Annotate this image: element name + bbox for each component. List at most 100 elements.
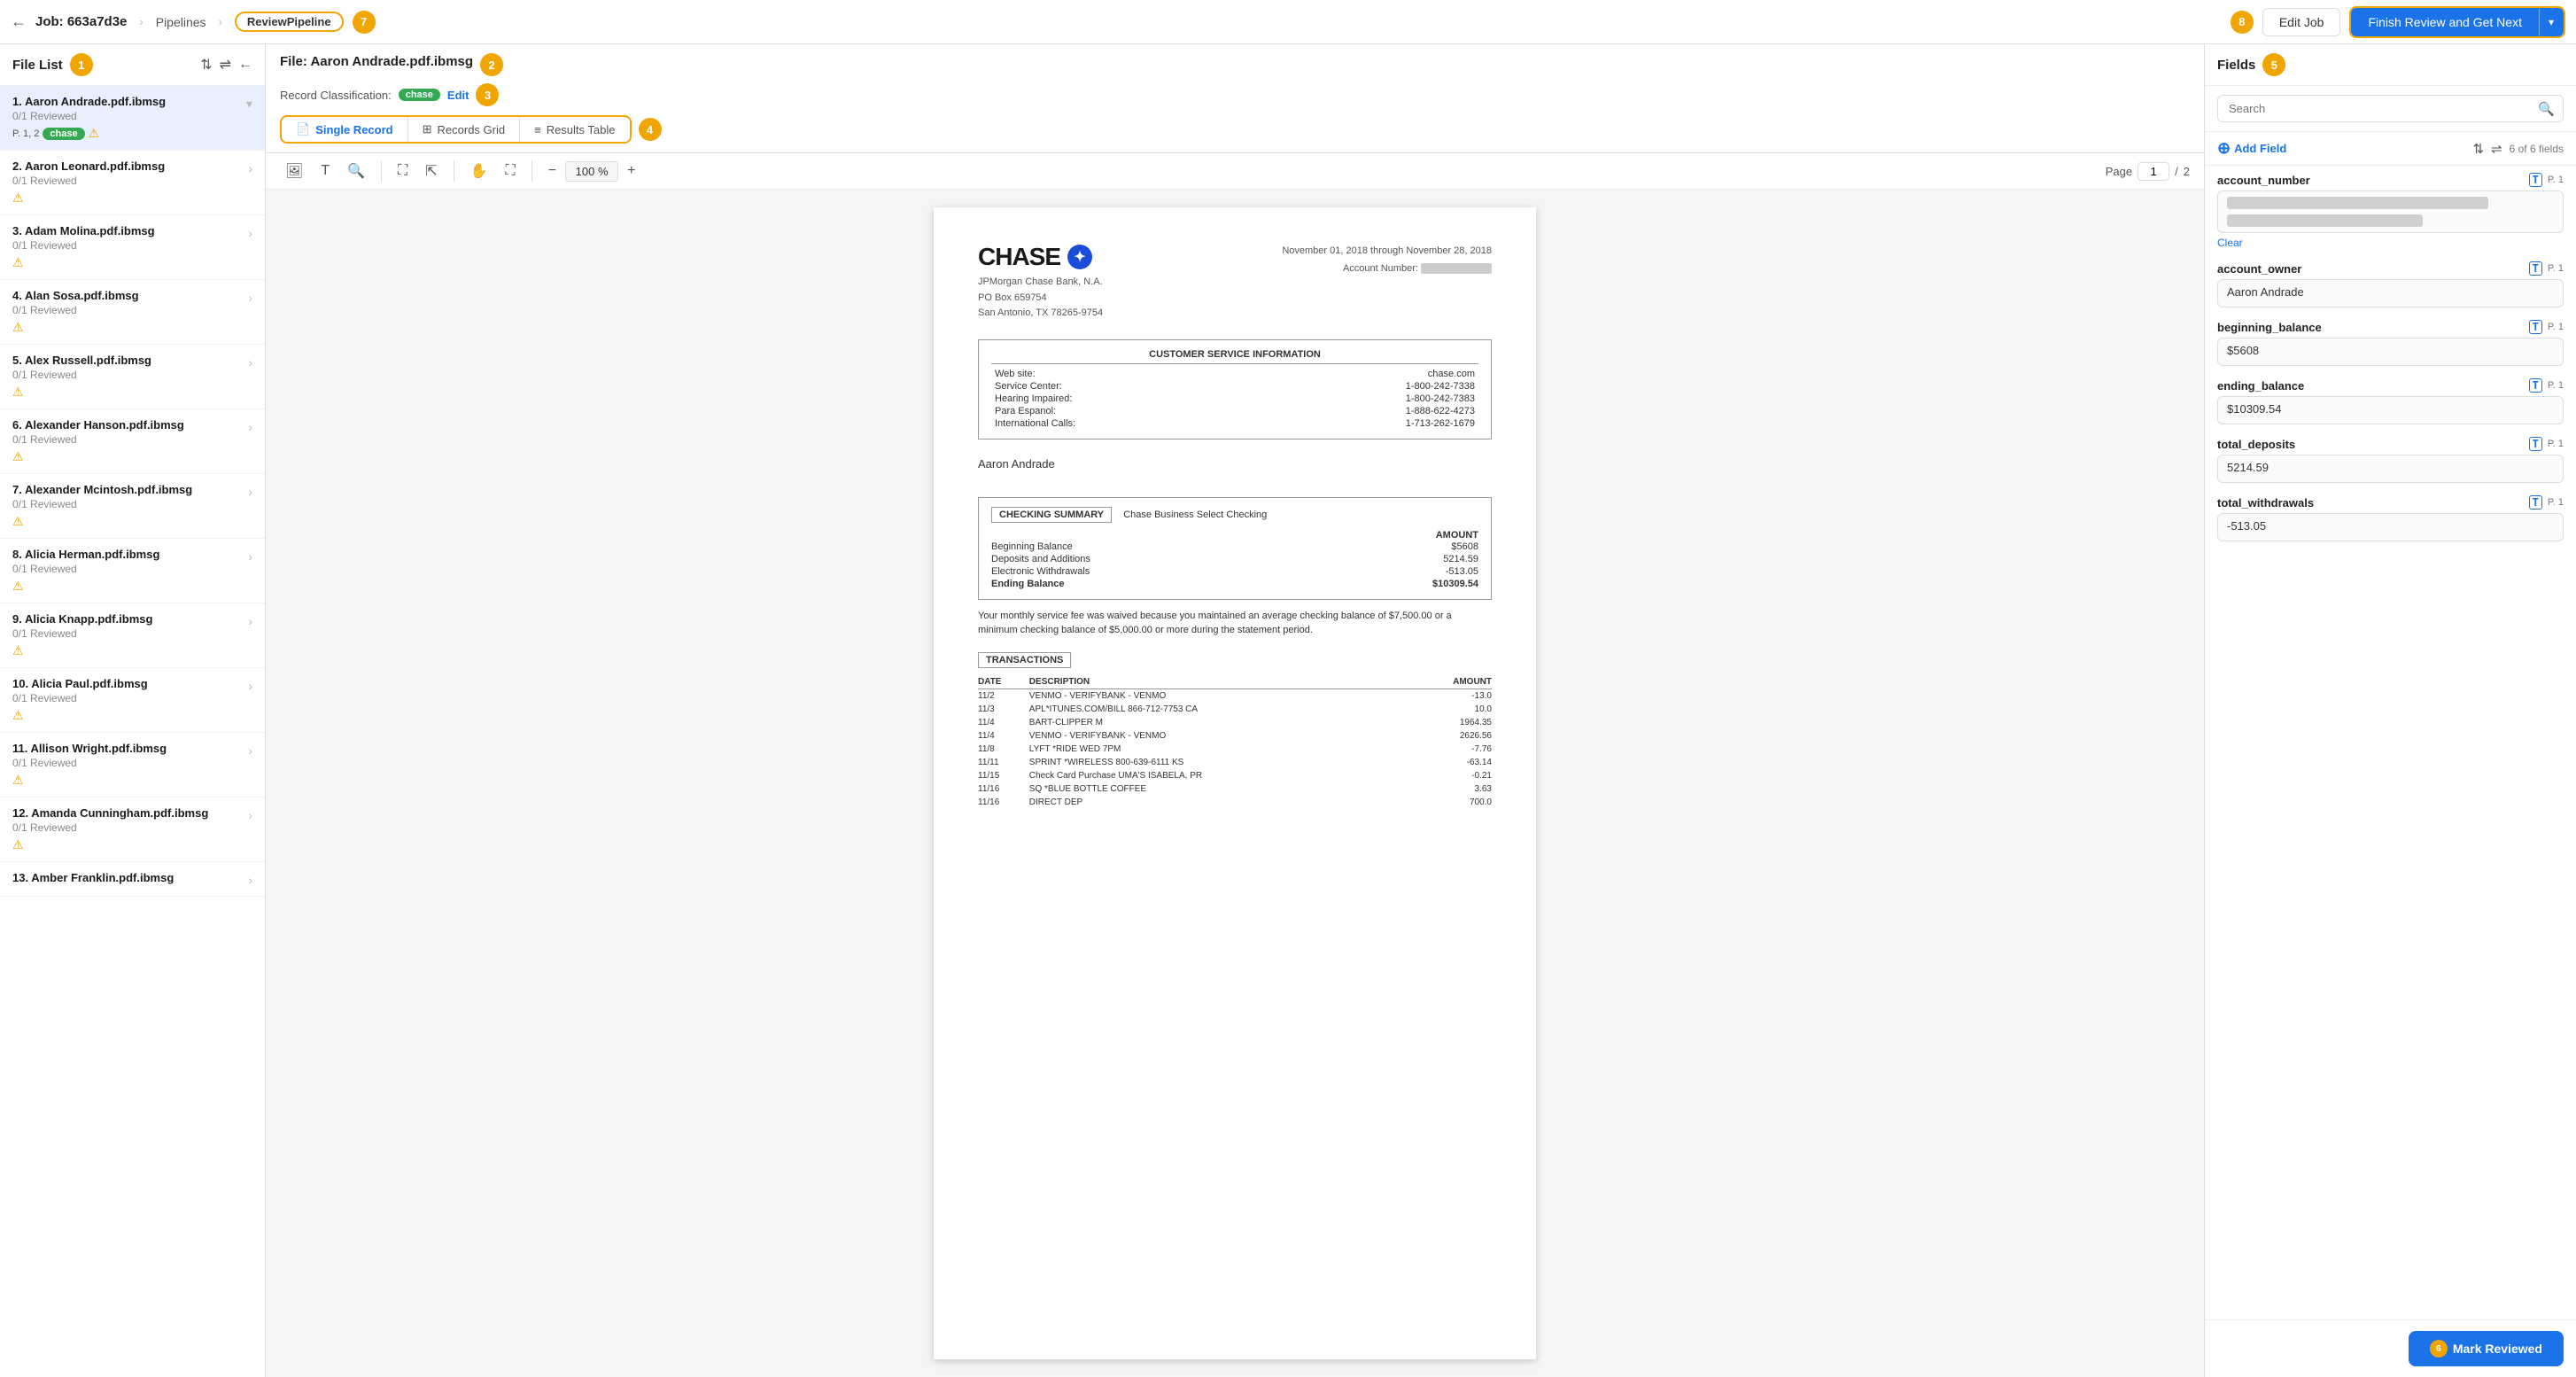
file-item[interactable]: 7. Alexander Mcintosh.pdf.ibmsg 0/1 Revi…	[0, 474, 265, 539]
pdf-export-tool[interactable]: ⇱	[420, 159, 442, 183]
file-item[interactable]: 10. Alicia Paul.pdf.ibmsg 0/1 Reviewed ⚠…	[0, 668, 265, 733]
finish-review-chevron[interactable]: ▾	[2539, 8, 2564, 36]
pdf-fullscreen-tool[interactable]: ⛶	[500, 159, 521, 183]
fields-search-input[interactable]	[2217, 95, 2564, 122]
add-field-button[interactable]: ⊕ Add Field	[2217, 139, 2286, 158]
pdf-text-tool[interactable]: T	[315, 159, 335, 183]
file-item-status: 0/1 Reviewed	[12, 239, 248, 252]
page-label: Page	[2106, 165, 2132, 178]
file-item[interactable]: 8. Alicia Herman.pdf.ibmsg 0/1 Reviewed …	[0, 539, 265, 603]
file-list-header: File List 1 ⇅ ⇌ ←	[0, 44, 265, 86]
fields-filter-icon[interactable]: ⇌	[2491, 141, 2502, 157]
file-item-name: 6. Alexander Hanson.pdf.ibmsg	[12, 418, 248, 432]
pipeline-badge[interactable]: ReviewPipeline	[235, 12, 344, 32]
field-value-ending-balance[interactable]: $10309.54	[2217, 396, 2564, 424]
th-amount: AMOUNT	[1407, 675, 1492, 689]
zoom-display: 100 %	[565, 161, 618, 182]
file-item-status: 0/1 Reviewed	[12, 692, 248, 704]
file-item[interactable]: 12. Amanda Cunningham.pdf.ibmsg 0/1 Revi…	[0, 797, 265, 862]
file-item-chevron-icon: ›	[248, 743, 252, 758]
zoom-in-button[interactable]: +	[622, 161, 640, 181]
mark-reviewed-button[interactable]: 6 Mark Reviewed	[2409, 1331, 2564, 1366]
file-item[interactable]: 13. Amber Franklin.pdf.ibmsg ›	[0, 862, 265, 897]
file-item-name: 1. Aaron Andrade.pdf.ibmsg	[12, 95, 246, 108]
pdf-crop-tool[interactable]: ⛶	[392, 159, 413, 183]
file-list-badge: 1	[70, 53, 93, 76]
warn-icon: ⚠	[12, 643, 24, 658]
trans-row: 11/4VENMO - VERIFYBANK - VENMO2626.56	[978, 729, 1492, 743]
field-item-total-deposits: total_deposits T P. 1 5214.59	[2217, 437, 2564, 483]
zoom-out-button[interactable]: −	[543, 161, 562, 181]
field-value-account-owner[interactable]: Aaron Andrade	[2217, 279, 2564, 307]
pdf-pan-tool[interactable]: ✋	[465, 159, 493, 183]
page-input[interactable]	[2138, 162, 2169, 181]
file-item[interactable]: 3. Adam Molina.pdf.ibmsg 0/1 Reviewed ⚠ …	[0, 215, 265, 280]
checking-summary-subtitle: Chase Business Select Checking	[1123, 510, 1267, 520]
field-value-account-number[interactable]	[2217, 191, 2564, 233]
header-badge-8: 8	[2231, 11, 2254, 34]
file-item-chevron-icon: ›	[248, 873, 252, 887]
file-item-tag-chase: chase	[43, 128, 84, 140]
date-range: November 01, 2018 through November 28, 2…	[1282, 243, 1492, 261]
fields-header: Fields 5	[2205, 44, 2576, 86]
cs-row: Web site:chase.com	[991, 368, 1478, 380]
file-item[interactable]: 9. Alicia Knapp.pdf.ibmsg 0/1 Reviewed ⚠…	[0, 603, 265, 668]
field-item-account-owner: account_owner T P. 1 Aaron Andrade	[2217, 261, 2564, 307]
field-page: P. 1	[2548, 497, 2564, 508]
file-item-name: 12. Amanda Cunningham.pdf.ibmsg	[12, 806, 248, 820]
field-item-account-number: account_number T P. 1 Clear	[2217, 173, 2564, 249]
account-holder-name: Aaron Andrade	[978, 457, 1492, 471]
field-label: beginning_balance	[2217, 321, 2322, 334]
clear-field-link[interactable]: Clear	[2217, 237, 2564, 249]
trans-row: 11/3APL*ITUNES.COM/BILL 866-712-7753 CA1…	[978, 703, 1492, 716]
trans-row: 11/8LYFT *RIDE WED 7PM-7.76	[978, 743, 1492, 756]
file-item[interactable]: 1. Aaron Andrade.pdf.ibmsg 0/1 Reviewed …	[0, 86, 265, 151]
fields-panel: Fields 5 🔍 ⊕ Add Field ⇅ ⇌ 6 of 6 fields…	[2204, 44, 2576, 1377]
fields-sort-icon[interactable]: ⇅	[2472, 141, 2484, 157]
file-item[interactable]: 11. Allison Wright.pdf.ibmsg 0/1 Reviewe…	[0, 733, 265, 797]
trans-header-row: DATE DESCRIPTION AMOUNT	[978, 675, 1492, 689]
address-line1: JPMorgan Chase Bank, N.A.	[978, 275, 1103, 291]
tab-records-grid[interactable]: ⊞ Records Grid	[407, 117, 519, 142]
back-button[interactable]: ←	[11, 12, 27, 31]
tab-single-record[interactable]: 📄 Single Record	[282, 117, 407, 142]
pdf-search-tool[interactable]: 🔍	[342, 159, 370, 183]
fields-badge-5: 5	[2262, 53, 2285, 76]
warn-icon: ⚠	[12, 255, 24, 270]
center-header: File: Aaron Andrade.pdf.ibmsg 2 Record C…	[266, 44, 2204, 153]
file-item-name: 11. Allison Wright.pdf.ibmsg	[12, 742, 248, 755]
main-layout: File List 1 ⇅ ⇌ ← 1. Aaron Andrade.pdf.i…	[0, 44, 2576, 1377]
file-item-chevron-icon: ›	[248, 420, 252, 434]
file-item[interactable]: 5. Alex Russell.pdf.ibmsg 0/1 Reviewed ⚠…	[0, 345, 265, 409]
file-list-collapse-icon[interactable]: ←	[238, 57, 252, 73]
field-value-total-withdrawals[interactable]: -513.05	[2217, 513, 2564, 541]
mark-reviewed-label: Mark Reviewed	[2453, 1342, 2542, 1356]
field-value-beginning-balance[interactable]: $5608	[2217, 338, 2564, 366]
file-item[interactable]: 2. Aaron Leonard.pdf.ibmsg 0/1 Reviewed …	[0, 151, 265, 215]
cs-row: Service Center:1-800-242-7338	[991, 380, 1478, 393]
chase-logo-text: CHASE	[978, 243, 1060, 271]
finish-review-button[interactable]: Finish Review and Get Next	[2351, 8, 2539, 36]
field-page: P. 1	[2548, 439, 2564, 449]
file-item-chevron-icon: ›	[248, 549, 252, 564]
trans-row: 11/11SPRINT *WIRELESS 800-639-6111 KS-63…	[978, 756, 1492, 769]
page-control: Page / 2	[2106, 162, 2190, 181]
file-item[interactable]: 4. Alan Sosa.pdf.ibmsg 0/1 Reviewed ⚠ ›	[0, 280, 265, 345]
file-item-status: 0/1 Reviewed	[12, 369, 248, 381]
file-item[interactable]: 6. Alexander Hanson.pdf.ibmsg 0/1 Review…	[0, 409, 265, 474]
pdf-image-tool[interactable]: 🖼	[280, 159, 308, 183]
edit-classification-link[interactable]: Edit	[447, 89, 469, 102]
file-list-sort-icon[interactable]: ⇅	[200, 56, 212, 74]
pdf-content-area[interactable]: CHASE ✦ JPMorgan Chase Bank, N.A. PO Box…	[266, 190, 2204, 1377]
chase-header: CHASE ✦ JPMorgan Chase Bank, N.A. PO Box…	[978, 243, 1492, 322]
edit-job-button[interactable]: Edit Job	[2262, 8, 2341, 36]
search-icon: 🔍	[2538, 101, 2555, 117]
field-value-total-deposits[interactable]: 5214.59	[2217, 455, 2564, 483]
file-list-panel: File List 1 ⇅ ⇌ ← 1. Aaron Andrade.pdf.i…	[0, 44, 266, 1377]
file-item-chevron-icon: ▾	[246, 97, 252, 112]
tab-results-table[interactable]: ≡ Results Table	[519, 118, 629, 142]
file-list-filter-icon[interactable]: ⇌	[220, 56, 231, 74]
tab-single-record-label: Single Record	[315, 123, 392, 136]
mark-reviewed-badge: 6	[2430, 1340, 2448, 1358]
field-type-icon: T	[2529, 378, 2542, 393]
